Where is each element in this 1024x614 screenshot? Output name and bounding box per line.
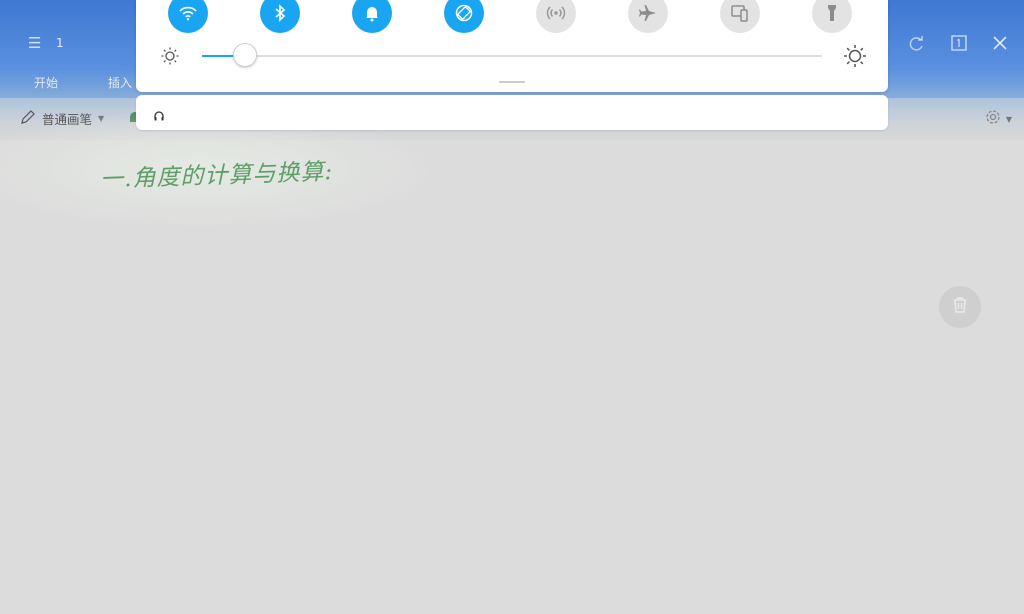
sound-toggle[interactable] (352, 0, 392, 33)
panel-drag-handle[interactable] (499, 81, 525, 83)
trash-icon (950, 295, 970, 319)
auto-rotate-toggle[interactable] (444, 0, 484, 33)
headphones-icon (153, 107, 165, 126)
page-number: 1 (56, 36, 64, 50)
screen-cast-toggle[interactable] (720, 0, 760, 33)
bluetooth-icon (270, 3, 290, 23)
gear-icon (984, 108, 1002, 130)
flashlight-icon (822, 3, 842, 23)
hotspot-icon (546, 3, 566, 23)
airplane-mode-toggle[interactable] (628, 0, 668, 33)
bell-icon (362, 3, 382, 23)
settings-button[interactable]: ▼ (984, 108, 1012, 130)
tab-insert[interactable]: 插入 (108, 74, 132, 91)
note-canvas[interactable]: 一.角度的计算与换算: (0, 110, 1024, 614)
auto-rotate-icon (454, 3, 474, 23)
page-view-icon[interactable] (950, 34, 968, 52)
brightness-high-icon (843, 44, 867, 72)
chevron-down-icon: ▼ (1005, 114, 1012, 124)
screen-cast-icon (730, 3, 750, 23)
tab-start[interactable]: 开始 (34, 74, 58, 91)
close-icon[interactable] (991, 34, 1009, 52)
brightness-slider[interactable] (202, 55, 822, 57)
quick-settings-panel (136, 0, 888, 92)
menu-icon[interactable]: ☰ (28, 36, 42, 51)
pencil-icon (20, 109, 36, 128)
delete-button[interactable] (939, 286, 981, 328)
brightness-low-icon (160, 46, 180, 70)
bluetooth-toggle[interactable] (260, 0, 300, 33)
wifi-icon (178, 3, 198, 23)
flashlight-toggle[interactable] (812, 0, 852, 33)
hotspot-toggle[interactable] (536, 0, 576, 33)
redo-icon[interactable] (908, 34, 926, 52)
wifi-toggle[interactable] (168, 0, 208, 33)
notification-card[interactable] (136, 95, 888, 130)
airplane-mode-icon (638, 3, 658, 23)
brightness-slider-thumb[interactable] (233, 43, 258, 67)
